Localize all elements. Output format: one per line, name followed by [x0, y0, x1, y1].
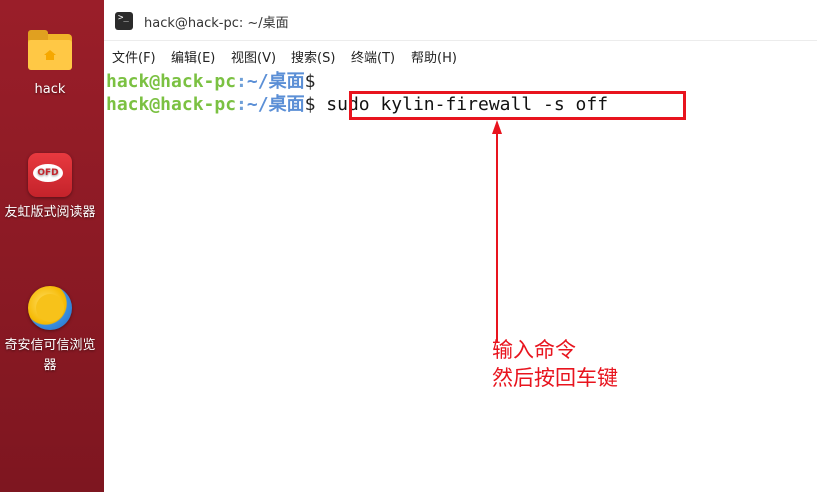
desktop-item-hack[interactable]: hack	[0, 28, 100, 100]
annotation-line-2: 然后按回车键	[492, 366, 618, 390]
terminal-line: hack@hack-pc:~/桌面$	[106, 70, 315, 94]
menu-bar: 文件(F) 编辑(E) 视图(V) 搜索(S) 终端(T) 帮助(H)	[104, 41, 817, 69]
desktop-background: hack OFD 友虹版式阅读器 奇安信可信浏览器	[0, 0, 104, 492]
prompt-symbol: $	[304, 71, 316, 92]
terminal-window: >_ hack@hack-pc: ~/桌面 文件(F) 编辑(E) 视图(V) …	[104, 0, 817, 492]
desktop-item-label: 奇安信可信浏览器	[4, 338, 96, 373]
desktop-item-label: 友虹版式阅读器	[4, 205, 96, 220]
terminal-content[interactable]: hack@hack-pc:~/桌面$ hack@hack-pc:~/桌面$ su…	[104, 69, 817, 492]
window-title: hack@hack-pc: ~/桌面	[144, 16, 289, 31]
prompt-path: ~/桌面	[246, 94, 305, 115]
desktop-item-label: hack	[34, 82, 66, 97]
menu-edit[interactable]: 编辑(E)	[171, 47, 215, 66]
prompt-symbol: $	[304, 94, 316, 115]
qianxin-browser-icon	[26, 284, 74, 332]
folder-home-icon	[26, 28, 74, 76]
menu-help[interactable]: 帮助(H)	[411, 47, 457, 66]
prompt-user: hack@hack-pc	[106, 94, 237, 115]
prompt-separator: :	[236, 94, 247, 115]
prompt-separator: :	[236, 71, 247, 92]
prompt-user: hack@hack-pc	[106, 71, 237, 92]
prompt-path: ~/桌面	[246, 71, 305, 92]
ofd-reader-icon: OFD	[26, 151, 74, 199]
terminal-app-icon: >_	[115, 12, 133, 30]
menu-view[interactable]: 视图(V)	[231, 47, 276, 66]
ofd-reader-icon-text: OFD	[37, 168, 59, 178]
title-bar[interactable]: >_ hack@hack-pc: ~/桌面	[104, 0, 817, 41]
menu-search[interactable]: 搜索(S)	[291, 47, 335, 66]
command-highlight-box	[349, 91, 686, 120]
annotation-line-1: 输入命令	[492, 338, 576, 362]
menu-file[interactable]: 文件(F)	[112, 47, 156, 66]
annotation-text: 输入命令 然后按回车键	[492, 336, 618, 392]
desktop-item-ofd-reader[interactable]: OFD 友虹版式阅读器	[0, 151, 100, 223]
desktop-item-qianxin-browser[interactable]: 奇安信可信浏览器	[0, 284, 100, 376]
menu-terminal[interactable]: 终端(T)	[351, 47, 395, 66]
